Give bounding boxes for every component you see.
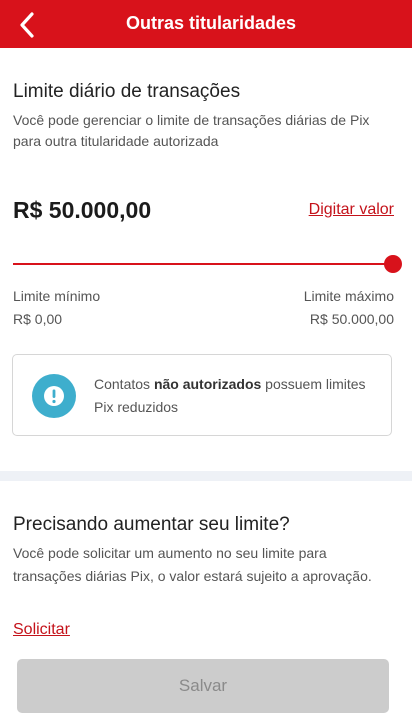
max-limit-value: R$ 50.000,00	[309, 311, 394, 327]
exclamation-circle-icon	[32, 374, 76, 418]
limit-section-description: Você pode gerenciar o limite de transaçõ…	[13, 112, 370, 149]
max-limit-label: Limite máximo	[303, 288, 394, 304]
save-button[interactable]: Salvar	[17, 659, 389, 713]
min-limit-label: Limite mínimo	[13, 288, 101, 304]
section-divider	[0, 471, 412, 481]
app-header: Outras titularidades	[0, 0, 412, 48]
increase-section-description: Você pode solicitar um aumento no seu li…	[13, 545, 372, 584]
increase-section-title: Precisando aumentar seu limite?	[13, 514, 290, 535]
enter-value-link[interactable]: Digitar valor	[309, 201, 394, 219]
page-title: Outras titularidades	[125, 13, 297, 33]
request-increase-link[interactable]: Solicitar	[13, 621, 70, 639]
min-limit-value: R$ 0,00	[13, 311, 63, 327]
daily-limit-amount: R$ 50.000,00	[13, 197, 152, 223]
slider-thumb[interactable]	[384, 255, 402, 273]
slider-track	[13, 263, 393, 265]
info-message: Contatos não autorizados possuem limites…	[94, 376, 366, 415]
info-card: Contatos não autorizados possuem limites…	[12, 354, 392, 436]
limit-slider[interactable]	[13, 255, 402, 273]
limit-section-title: Limite diário de transações	[13, 81, 241, 102]
